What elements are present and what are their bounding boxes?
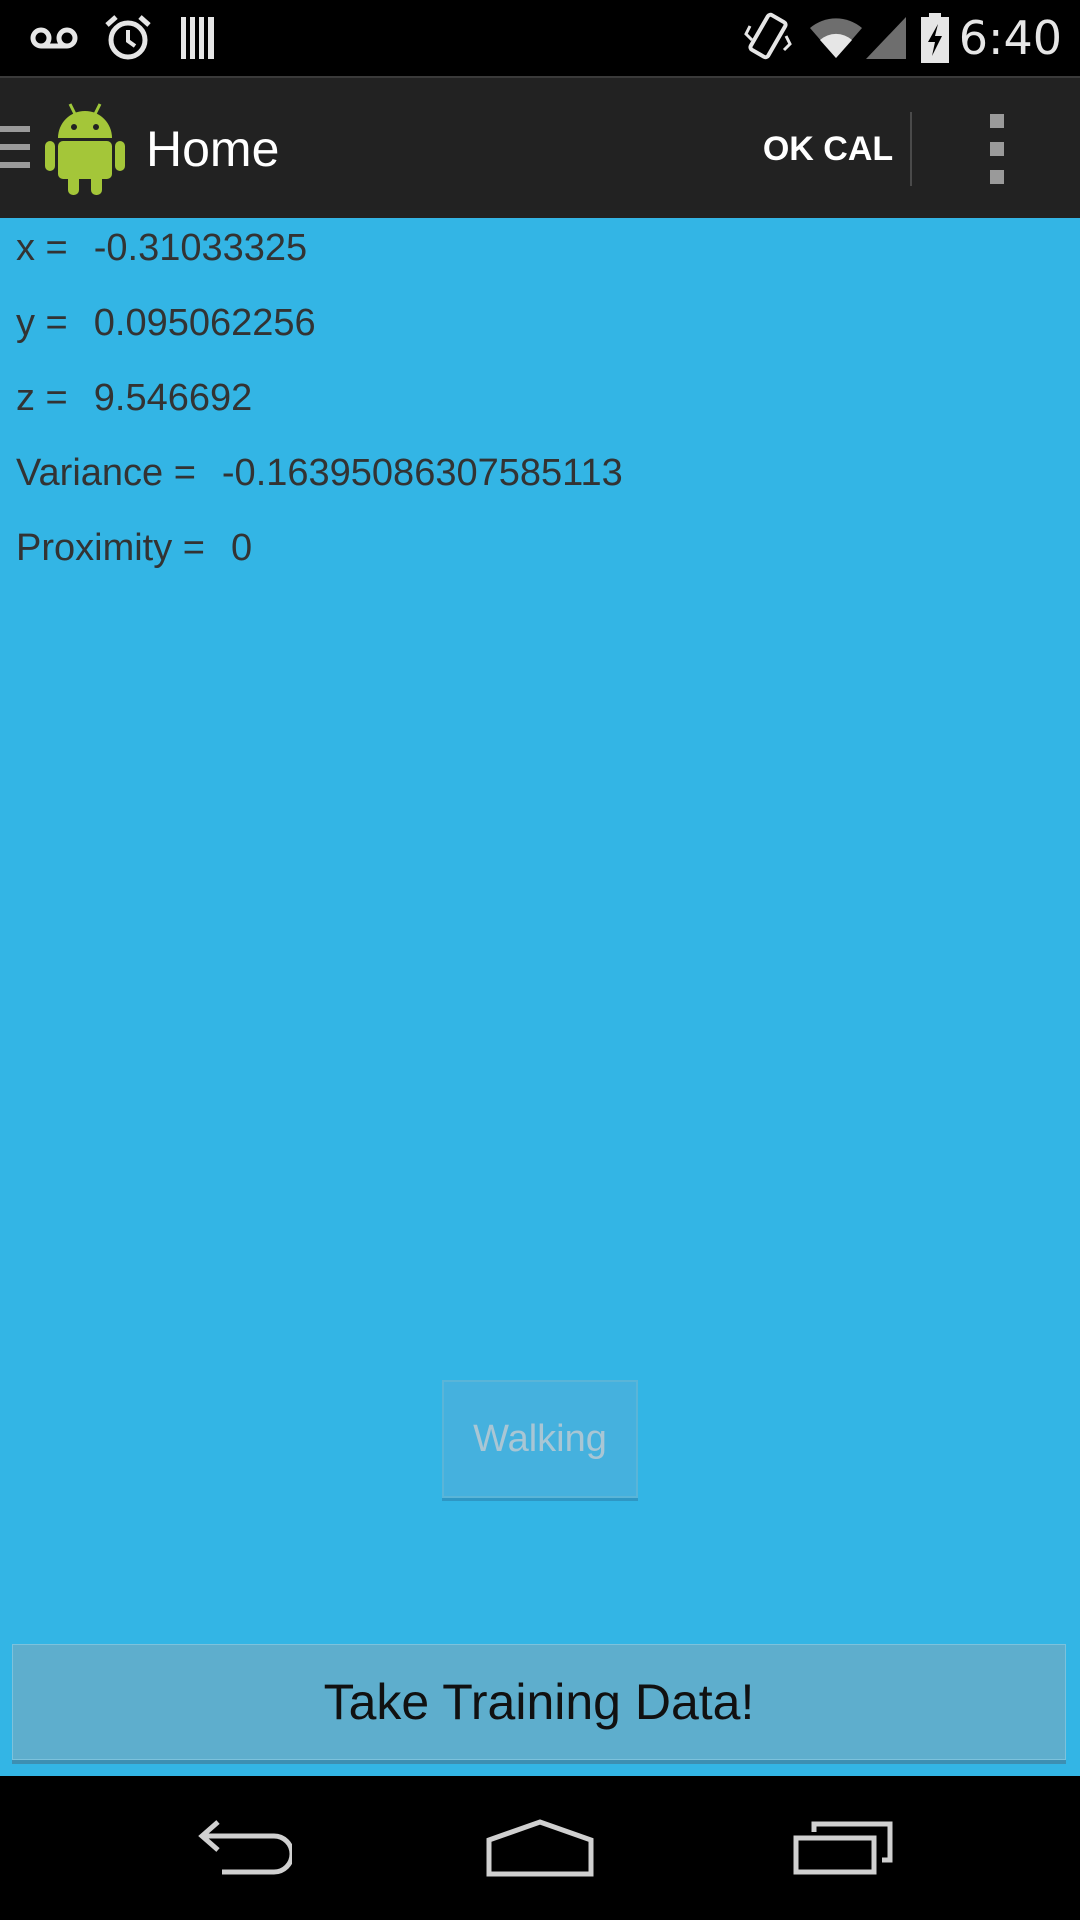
reading-z-value: 9.546692 — [93, 377, 253, 419]
ok-cal-button[interactable]: OK CAL — [744, 78, 912, 220]
reading-proximity-label: Proximity = — [16, 527, 205, 569]
reading-x-label: x = — [16, 227, 68, 269]
reading-z: z = 9.546692 — [16, 368, 252, 428]
vibrate-icon — [740, 10, 796, 66]
page-title: Home — [146, 121, 280, 177]
overflow-menu-icon[interactable] — [960, 114, 1032, 184]
walking-button[interactable]: Walking — [442, 1380, 638, 1498]
battery-charging-icon — [918, 10, 952, 66]
wifi-icon — [806, 10, 866, 66]
status-clock: 6:40 — [958, 11, 1062, 65]
reading-y: y = 0.095062256 — [16, 293, 316, 353]
back-icon[interactable] — [160, 1796, 320, 1900]
alarm-icon — [100, 10, 156, 66]
reading-variance-label: Variance = — [16, 452, 196, 494]
take-training-data-button[interactable]: Take Training Data! — [12, 1644, 1066, 1760]
reading-proximity-value: 0 — [230, 527, 253, 569]
voicemail-icon — [26, 10, 82, 66]
action-divider — [910, 112, 912, 186]
signal-icon — [862, 10, 910, 66]
reading-x-value: -0.31033325 — [93, 227, 308, 269]
android-logo-icon[interactable] — [44, 100, 126, 196]
drawer-menu-icon[interactable] — [0, 126, 30, 170]
reading-z-label: z = — [16, 377, 68, 419]
reading-variance-value: -0.16395086307585113 — [221, 452, 623, 494]
reading-y-label: y = — [16, 302, 68, 344]
recents-icon[interactable] — [764, 1796, 924, 1900]
reading-variance: Variance = -0.16395086307585113 — [16, 443, 623, 503]
status-bar: 6:40 — [0, 0, 1080, 76]
action-bar: Home OK CAL — [0, 76, 1080, 218]
home-icon[interactable] — [460, 1796, 620, 1900]
reading-y-value: 0.095062256 — [93, 302, 316, 344]
barcode-icon — [174, 10, 224, 66]
navigation-bar — [0, 1776, 1080, 1920]
reading-x: x = -0.31033325 — [16, 218, 307, 278]
reading-proximity: Proximity = 0 — [16, 518, 252, 578]
main-content: x = -0.31033325 y = 0.095062256 z = 9.54669… — [0, 218, 1080, 1776]
